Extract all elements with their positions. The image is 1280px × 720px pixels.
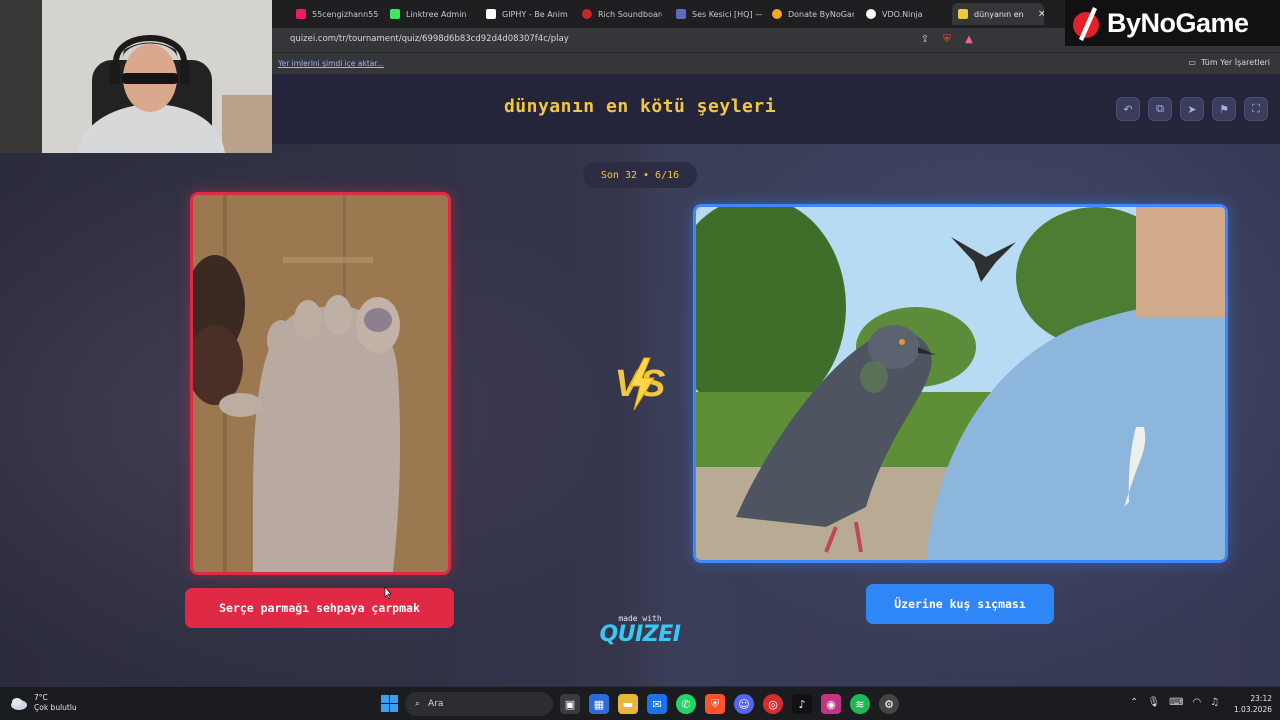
tab-label: Ses Kesici [HQ] — [692, 9, 762, 19]
opera-gx-icon[interactable]: ◎ [763, 694, 783, 714]
tab-vdo-ninja[interactable]: VDO.Ninja [860, 3, 948, 25]
mail-icon[interactable]: ✉ [647, 694, 667, 714]
import-bookmarks-link[interactable]: Yer imlerini şimdi içe aktar... [278, 59, 384, 68]
windows-taskbar: 7°C Çok bulutlu ⌕ Ara ▣ ▦ ▬ ✉ ✆ ⛨ ☺ ◎ ♪ … [0, 686, 1280, 720]
taskbar-search[interactable]: ⌕ Ara [405, 692, 553, 716]
tab-favicon-icon [772, 9, 782, 19]
address-bar-actions: ⇪ ⛨ ▲ [918, 32, 976, 46]
store-icon[interactable]: ▦ [589, 694, 609, 714]
search-icon: ⌕ [415, 699, 421, 709]
time: 23:12 [1250, 694, 1272, 703]
quiz-page: dünyanın en kötü şeyleri ↶ ⧉ ➤ ⚑ ⛶ Son 3… [0, 74, 1280, 686]
pinned-apps: ▣ ▦ ▬ ✉ ✆ ⛨ ☺ ◎ ♪ ◉ ≋ ⚙ [560, 694, 899, 714]
bynogame-logo: ByNoGame [1065, 0, 1280, 46]
bynogame-mark-icon [1073, 7, 1099, 41]
cloud-icon [11, 698, 27, 710]
whatsapp-icon[interactable]: ✆ [676, 694, 696, 714]
tab-0[interactable] [272, 3, 284, 25]
left-choice-image[interactable] [190, 192, 451, 575]
start-button[interactable] [381, 695, 398, 712]
weather-condition: Çok bulutlu [34, 703, 77, 712]
search-placeholder: Ara [428, 699, 444, 709]
task-view-icon[interactable]: ▣ [560, 694, 580, 714]
right-choice-image[interactable] [693, 204, 1228, 563]
brave-rewards-icon[interactable]: ▲ [962, 32, 976, 46]
tab-giphy[interactable]: GIPHY - Be Anim [480, 3, 568, 25]
tab-label: dünyanın en [974, 9, 1024, 19]
bynogame-logo-text: ByNoGame [1107, 7, 1249, 38]
spotify-icon[interactable]: ≋ [850, 694, 870, 714]
versus-badge: VS [615, 357, 665, 411]
tab-label: VDO.Ninja [882, 9, 923, 19]
tab-favicon-icon [390, 9, 400, 19]
mouse-cursor-icon [384, 587, 392, 599]
speaker-icon[interactable]: ♫ [1210, 697, 1219, 708]
fullscreen-icon[interactable]: ⛶ [1244, 97, 1268, 121]
instagram-icon[interactable]: ◉ [821, 694, 841, 714]
tab-quizei-active[interactable]: dünyanın en ✕ [952, 3, 1044, 25]
close-tab-icon[interactable]: ✕ [1038, 9, 1044, 20]
tab-favicon-icon [582, 9, 592, 19]
discord-icon[interactable]: ☺ [734, 694, 754, 714]
tab-rich-soundboard[interactable]: Rich Soundboard [576, 3, 662, 25]
round-indicator: Son 32 • 6/16 [583, 162, 697, 188]
all-bookmarks-label: Tüm Yer İşaretleri [1200, 58, 1270, 67]
tab-label: Rich Soundboard [598, 9, 662, 19]
tab-ses-kesici[interactable]: Ses Kesici [HQ] — [670, 3, 762, 25]
tab-favicon-icon [866, 9, 876, 19]
copy-icon[interactable]: ⧉ [1148, 97, 1172, 121]
send-icon[interactable]: ➤ [1180, 97, 1204, 121]
clock[interactable]: 23:12 1.03.2026 [1232, 693, 1272, 715]
share-icon[interactable]: ⇪ [918, 32, 932, 46]
tab-label: Donate ByNoGam [788, 9, 854, 19]
left-choice-button[interactable]: Serçe parmağı sehpaya çarpmak [185, 588, 454, 628]
tab-55cengizhann55[interactable]: 55cengizhann55 [290, 3, 380, 25]
streamer-camera-feed [0, 0, 272, 153]
tab-favicon-icon [296, 9, 306, 19]
toe-photo [193, 195, 448, 572]
chevron-up-icon[interactable]: ⌃ [1130, 697, 1138, 708]
weather-widget[interactable]: 7°C Çok bulutlu [10, 693, 77, 713]
tab-favicon-icon [486, 9, 496, 19]
date: 1.03.2026 [1233, 705, 1272, 714]
pigeon-photo [696, 207, 1225, 560]
tab-label: Linktree Admin [406, 9, 467, 19]
header-actions: ↶ ⧉ ➤ ⚑ ⛶ [1116, 97, 1268, 121]
quizei-logo[interactable]: QUIZEI [590, 622, 690, 647]
right-choice-button[interactable]: Üzerine kuş sıçması [866, 584, 1054, 624]
tab-label: 55cengizhann55 [312, 9, 379, 19]
brave-browser-icon[interactable]: ⛨ [705, 694, 725, 714]
system-tray: ⌃ 🎙 ⌨ ◠ ♫ [1130, 697, 1219, 708]
flag-icon[interactable]: ⚑ [1212, 97, 1236, 121]
tab-donate[interactable]: Donate ByNoGam [766, 3, 854, 25]
settings-icon[interactable]: ⚙ [879, 694, 899, 714]
file-explorer-icon[interactable]: ▬ [618, 694, 638, 714]
tab-label: GIPHY - Be Anim [502, 9, 568, 19]
temperature: 7°C [34, 693, 48, 702]
brave-shield-icon[interactable]: ⛨ [940, 32, 954, 46]
url-field[interactable]: quizei.com/tr/tournament/quiz/6998d6b83c… [290, 34, 569, 44]
undo-icon[interactable]: ↶ [1116, 97, 1140, 121]
webcam-overlay [0, 0, 272, 153]
tiktok-icon[interactable]: ♪ [792, 694, 812, 714]
all-bookmarks-button[interactable]: ▭ Tüm Yer İşaretleri [1188, 58, 1270, 67]
tab-favicon-icon [958, 9, 968, 19]
wifi-icon[interactable]: ◠ [1193, 697, 1202, 708]
tab-favicon-icon [676, 9, 686, 19]
microphone-icon[interactable]: 🎙 [1147, 697, 1160, 708]
keyboard-icon[interactable]: ⌨ [1169, 697, 1183, 708]
folder-icon: ▭ [1188, 58, 1196, 67]
tab-linktree[interactable]: Linktree Admin [384, 3, 476, 25]
